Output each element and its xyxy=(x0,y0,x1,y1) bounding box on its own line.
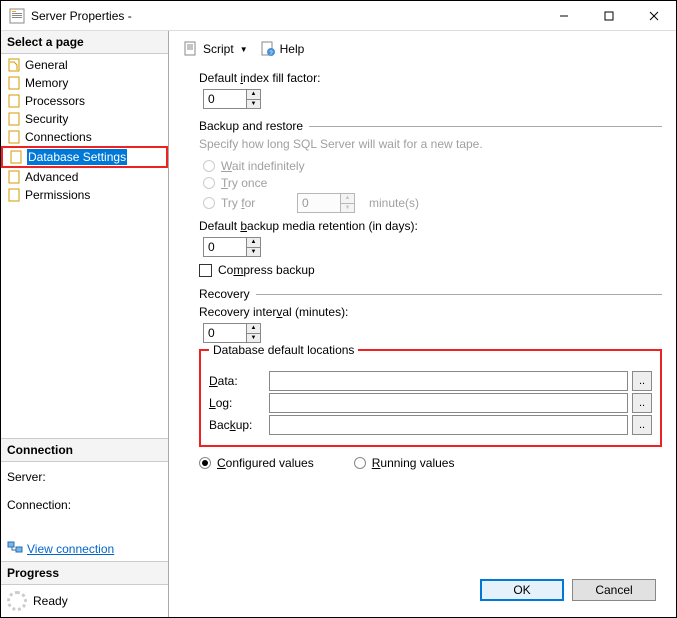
fill-factor-label: Default index fill factor: xyxy=(199,71,662,85)
try-for-input: ▲▼ xyxy=(297,193,355,213)
titlebar: Server Properties - xyxy=(1,1,676,31)
maximize-button[interactable] xyxy=(586,1,631,30)
sidebar-item-permissions[interactable]: Permissions xyxy=(1,186,168,204)
try-once-radio: Try once xyxy=(203,176,662,190)
log-browse-button[interactable]: .. xyxy=(632,393,652,413)
window-title: Server Properties - xyxy=(31,9,541,23)
progress-header: Progress xyxy=(1,562,168,585)
page-icon xyxy=(7,76,23,90)
sidebar: Select a page General Memory Processors … xyxy=(1,31,169,617)
backup-browse-button[interactable]: .. xyxy=(632,415,652,435)
page-icon xyxy=(7,112,23,126)
page-icon xyxy=(7,94,23,108)
sidebar-item-processors[interactable]: Processors xyxy=(1,92,168,110)
page-list: General Memory Processors Security Conne… xyxy=(1,54,168,206)
toolbar: Script ▼ ? Help xyxy=(179,37,666,65)
checkbox-icon xyxy=(199,264,212,277)
progress-status: Ready xyxy=(33,594,68,608)
running-values-radio[interactable]: Running values xyxy=(354,456,455,470)
spin-up-icon[interactable]: ▲ xyxy=(247,90,260,100)
compress-backup-checkbox[interactable]: Compress backup xyxy=(199,263,662,277)
default-locations-group: Database default locations Data: .. Log:… xyxy=(199,349,662,447)
progress-spinner-icon xyxy=(7,591,27,611)
page-icon xyxy=(7,58,23,72)
backup-hint: Specify how long SQL Server will wait fo… xyxy=(199,137,662,151)
main-panel: Script ▼ ? Help Default index fill facto… xyxy=(169,31,676,617)
data-label: Data: xyxy=(209,374,265,388)
connection-header: Connection xyxy=(1,439,168,462)
server-properties-window: Server Properties - Select a page Genera… xyxy=(0,0,677,618)
view-connection-link[interactable]: View connection xyxy=(7,540,114,557)
sidebar-item-connections[interactable]: Connections xyxy=(1,128,168,146)
select-page-header: Select a page xyxy=(1,31,168,54)
data-browse-button[interactable]: .. xyxy=(632,371,652,391)
page-icon xyxy=(7,170,23,184)
sidebar-item-advanced[interactable]: Advanced xyxy=(1,168,168,186)
backup-restore-group: Backup and restore xyxy=(199,119,303,133)
sidebar-item-memory[interactable]: Memory xyxy=(1,74,168,92)
script-icon xyxy=(183,41,199,57)
retention-input[interactable]: ▲▼ xyxy=(203,237,261,257)
backup-label: Backup: xyxy=(209,418,265,432)
recovery-label: Recovery interval (minutes): xyxy=(199,305,662,319)
sidebar-item-security[interactable]: Security xyxy=(1,110,168,128)
script-button[interactable]: Script ▼ xyxy=(179,39,252,59)
sidebar-item-database-settings[interactable]: Database Settings xyxy=(1,146,168,168)
chevron-down-icon: ▼ xyxy=(240,45,248,54)
sidebar-item-general[interactable]: General xyxy=(1,56,168,74)
try-for-radio: Try for ▲▼ minute(s) xyxy=(203,193,662,213)
ok-button[interactable]: OK xyxy=(480,579,564,601)
recovery-input[interactable]: ▲▼ xyxy=(203,323,261,343)
page-icon xyxy=(7,130,23,144)
app-icon xyxy=(9,8,25,24)
server-label: Server: xyxy=(7,470,162,484)
log-label: Log: xyxy=(209,396,265,410)
data-path-input[interactable] xyxy=(269,371,628,391)
log-path-input[interactable] xyxy=(269,393,628,413)
connection-label: Connection: xyxy=(7,498,162,512)
recovery-group: Recovery xyxy=(199,287,250,301)
minimize-button[interactable] xyxy=(541,1,586,30)
cancel-button[interactable]: Cancel xyxy=(572,579,656,601)
configured-values-radio[interactable]: Configured values xyxy=(199,456,314,470)
dialog-footer: OK Cancel xyxy=(179,571,666,609)
fill-factor-input[interactable]: ▲▼ xyxy=(203,89,261,109)
close-button[interactable] xyxy=(631,1,676,30)
help-button[interactable]: ? Help xyxy=(256,39,309,59)
page-icon xyxy=(7,188,23,202)
retention-label: Default backup media retention (in days)… xyxy=(199,219,662,233)
page-icon xyxy=(9,150,25,164)
backup-path-input[interactable] xyxy=(269,415,628,435)
wait-indefinitely-radio: Wait indefinitely xyxy=(203,159,662,173)
help-icon: ? xyxy=(260,41,276,57)
connection-icon xyxy=(7,540,23,557)
spin-down-icon[interactable]: ▼ xyxy=(247,100,260,109)
